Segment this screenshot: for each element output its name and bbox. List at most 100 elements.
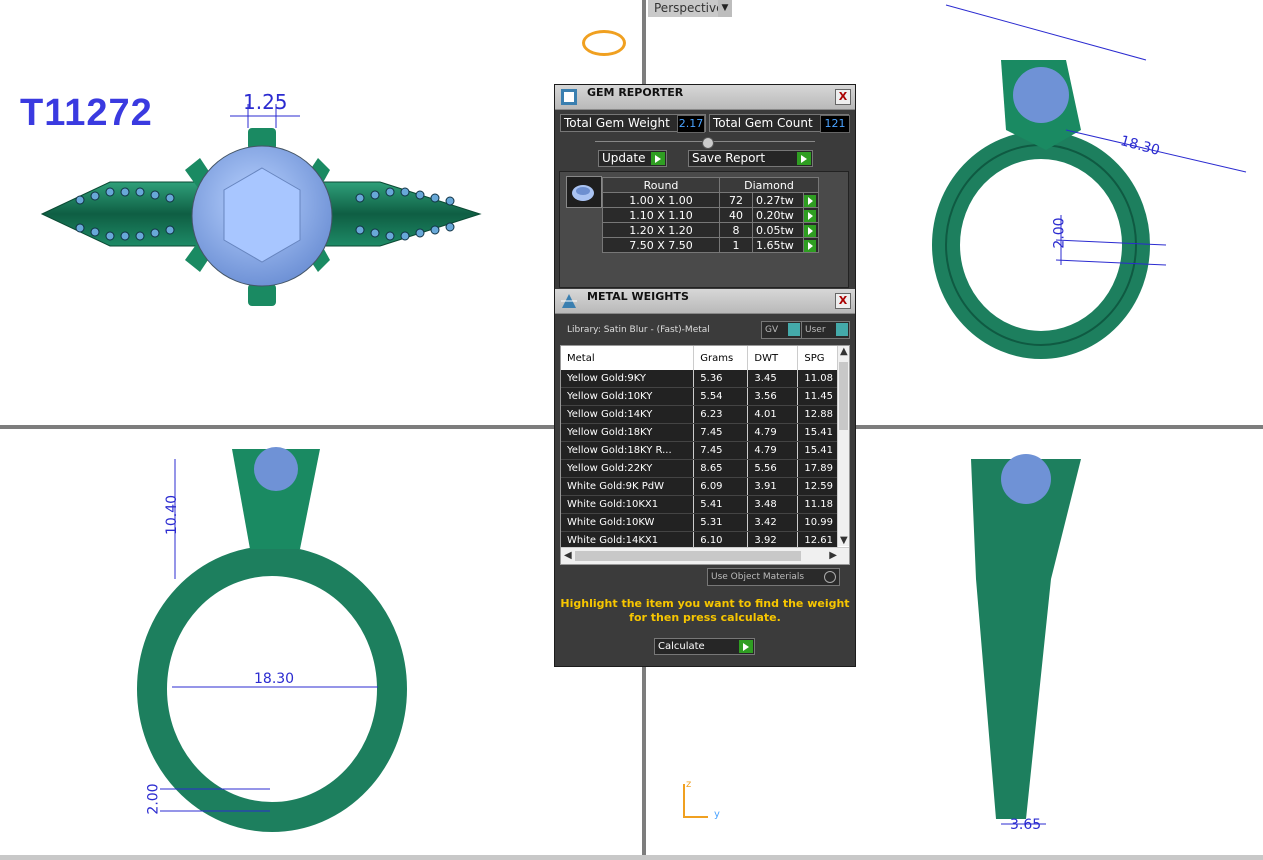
- gem-weight: 0.05tw: [752, 222, 804, 238]
- column-spg[interactable]: SPG: [797, 346, 838, 370]
- gem-shape-header: Round: [602, 177, 720, 193]
- user-toggle[interactable]: User: [801, 321, 850, 339]
- metal-cell-metal: Yellow Gold:18KY R...: [561, 441, 695, 460]
- gv-toggle-icon: [788, 323, 800, 336]
- column-grams[interactable]: Grams: [693, 346, 749, 370]
- metal-cell-metal: Yellow Gold:14KY: [561, 405, 695, 424]
- gv-toggle[interactable]: GV: [761, 321, 802, 339]
- scroll-up-icon[interactable]: ▲: [840, 346, 848, 357]
- metal-row[interactable]: White Gold:9K PdW 6.09 3.91 12.59: [561, 477, 838, 496]
- metal-table-container[interactable]: Metal Grams DWT SPG Yellow Gold:9KY 5.36 3…: [560, 345, 850, 565]
- dimension-top-prong: 1.25: [243, 90, 288, 114]
- gem-row-go-icon[interactable]: [804, 209, 816, 222]
- hscroll-thumb[interactable]: [575, 551, 801, 561]
- column-metal[interactable]: Metal: [561, 346, 695, 370]
- gem-list: Round Diamond 1.00 X 1.00 72 0.27tw 1.10…: [559, 171, 849, 288]
- status-strip: [0, 855, 1263, 860]
- gem-row-go-icon[interactable]: [804, 194, 816, 207]
- calculate-button-label: Calculate: [658, 641, 705, 652]
- metal-cell-grams: 8.65: [693, 459, 749, 478]
- user-toggle-icon: [836, 323, 848, 336]
- scroll-down-icon[interactable]: ▼: [840, 535, 848, 546]
- gem-logo-icon: [582, 30, 626, 56]
- gem-weight: 1.65tw: [752, 237, 804, 253]
- metal-cell-spg: 11.45: [797, 387, 838, 406]
- gem-weight: 0.27tw: [752, 192, 804, 208]
- gem-row-go-icon[interactable]: [804, 239, 816, 252]
- metal-cell-grams: 5.36: [693, 370, 749, 388]
- metal-row[interactable]: Yellow Gold:18KY 7.45 4.79 15.41: [561, 423, 838, 442]
- gem-reporter-header[interactable]: GEM REPORTER X: [555, 85, 855, 110]
- calculate-go-icon: [739, 640, 753, 653]
- metal-row[interactable]: Yellow Gold:18KY R... 7.45 4.79 15.41: [561, 441, 838, 460]
- gem-count: 8: [719, 222, 753, 238]
- metal-cell-dwt: 3.48: [747, 495, 799, 514]
- gem-metal-panel: GEM REPORTER X Total Gem Weight 2.17 Tot…: [554, 84, 856, 667]
- metal-cell-grams: 5.41: [693, 495, 749, 514]
- viewport-front[interactable]: 10.40 18.30 2.00: [0, 429, 642, 855]
- gem-size: 7.50 X 7.50: [602, 237, 720, 253]
- metal-cell-metal: Yellow Gold:10KY: [561, 387, 695, 406]
- metal-library-label: Library: Satin Blur - (Fast)-Metal: [567, 325, 710, 335]
- total-gem-count-value: 121: [820, 115, 850, 133]
- gem-table: Round Diamond 1.00 X 1.00 72 0.27tw 1.10…: [602, 177, 819, 253]
- metal-cell-spg: 17.89: [797, 459, 838, 478]
- update-button[interactable]: Update: [598, 150, 667, 167]
- metal-row[interactable]: Yellow Gold:14KY 6.23 4.01 12.88: [561, 405, 838, 424]
- gem-count: 40: [719, 207, 753, 223]
- scroll-left-icon[interactable]: ◀: [564, 550, 572, 561]
- column-dwt[interactable]: DWT: [747, 346, 799, 370]
- axis-y-label: y: [714, 809, 720, 820]
- metal-row[interactable]: Yellow Gold:10KY 5.54 3.56 11.45: [561, 387, 838, 406]
- view-mode-dropdown-icon[interactable]: ▼: [718, 0, 732, 17]
- calculate-button[interactable]: Calculate: [654, 638, 755, 655]
- total-gem-weight-value: 2.17: [677, 115, 705, 133]
- gem-size: 1.10 X 1.10: [602, 207, 720, 223]
- metal-weights-header[interactable]: METAL WEIGHTS X: [555, 289, 855, 314]
- metal-cell-spg: 12.88: [797, 405, 838, 424]
- dimension-right-band: 3.65: [1010, 817, 1042, 833]
- metal-cell-metal: Yellow Gold:9KY: [561, 370, 695, 388]
- gem-row[interactable]: 7.50 X 7.50 1 1.65tw: [602, 237, 819, 253]
- gem-row[interactable]: 1.00 X 1.00 72 0.27tw: [602, 192, 819, 208]
- save-report-button[interactable]: Save Report: [688, 150, 813, 167]
- metal-cell-dwt: 3.56: [747, 387, 799, 406]
- gem-slider-handle[interactable]: [702, 137, 714, 149]
- metal-row[interactable]: Yellow Gold:22KY 8.65 5.56 17.89: [561, 459, 838, 478]
- user-toggle-label: User: [805, 325, 826, 335]
- viewport-top[interactable]: T11272 1.25: [0, 0, 642, 425]
- gem-reporter-title: GEM REPORTER: [587, 86, 684, 99]
- vscroll-thumb[interactable]: [839, 362, 848, 430]
- use-object-materials-toggle[interactable]: Use Object Materials: [707, 568, 840, 586]
- save-report-go-icon: [797, 152, 811, 165]
- metal-cell-metal: White Gold:10KX1: [561, 495, 695, 514]
- metal-cell-grams: 5.31: [693, 513, 749, 532]
- scale-icon: [561, 294, 577, 308]
- metal-row[interactable]: Yellow Gold:9KY 5.36 3.45 11.08: [561, 370, 838, 388]
- gv-toggle-label: GV: [765, 325, 779, 335]
- gem-count: 72: [719, 192, 753, 208]
- gem-size: 1.00 X 1.00: [602, 192, 720, 208]
- gem-reporter-close-button[interactable]: X: [835, 89, 851, 105]
- gem-row[interactable]: 1.10 X 1.10 40 0.20tw: [602, 207, 819, 223]
- metal-table-vscroll[interactable]: ▲ ▼: [837, 346, 849, 546]
- dimension-front-inner: 18.30: [254, 671, 295, 687]
- metal-cell-spg: 11.08: [797, 370, 838, 388]
- metal-cell-metal: White Gold:9K PdW: [561, 477, 695, 496]
- axis-z-label: z: [686, 779, 692, 790]
- gem-row[interactable]: 1.20 X 1.20 8 0.05tw: [602, 222, 819, 238]
- metal-cell-spg: 15.41: [797, 441, 838, 460]
- metal-table-hscroll[interactable]: ◀ ▶: [561, 547, 849, 564]
- metal-row[interactable]: White Gold:10KX1 5.41 3.48 11.18: [561, 495, 838, 514]
- metal-cell-spg: 10.99: [797, 513, 838, 532]
- gem-size: 1.20 X 1.20: [602, 222, 720, 238]
- metal-weights-close-button[interactable]: X: [835, 293, 851, 309]
- metal-row[interactable]: White Gold:10KW 5.31 3.42 10.99: [561, 513, 838, 532]
- scroll-right-icon[interactable]: ▶: [829, 550, 837, 561]
- metal-cell-dwt: 4.01: [747, 405, 799, 424]
- gem-count: 1: [719, 237, 753, 253]
- metal-cell-metal: Yellow Gold:18KY: [561, 423, 695, 442]
- metal-cell-spg: 11.18: [797, 495, 838, 514]
- gem-row-go-icon[interactable]: [804, 224, 816, 237]
- metal-cell-spg: 12.59: [797, 477, 838, 496]
